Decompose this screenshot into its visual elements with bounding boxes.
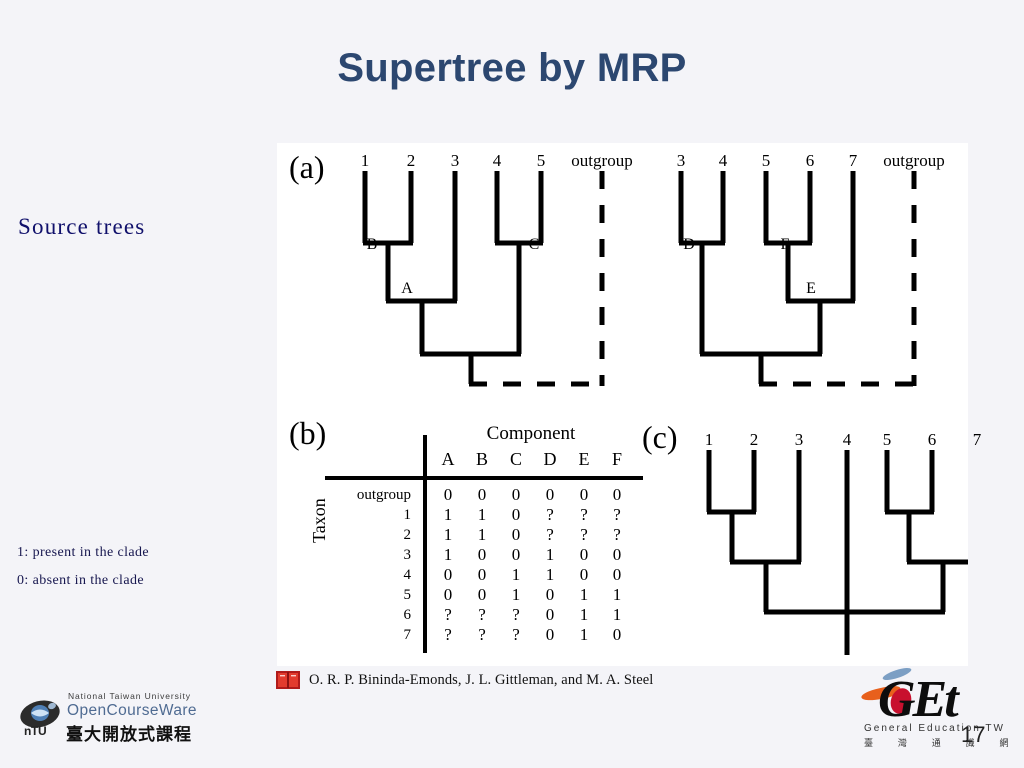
tree-c-tip-2: 2 [749,430,759,449]
tree-c-diagram [706,450,968,655]
tree-a-left-tip-1: 1 [360,151,370,170]
tree-c-tip-7: 7 [972,430,982,449]
book-icon [276,670,300,690]
tree-a-right-tip-4: 4 [718,151,728,170]
ocw-program-name: OpenCourseWare [67,702,197,719]
tree-c-tip-5: 5 [882,430,892,449]
page-title: Supertree by MRP [337,46,687,90]
ocw-ntu-abbrev: nTU [24,724,47,738]
page-number: 17 [961,722,986,747]
tree-a-left-tip-4: 4 [492,151,502,170]
tree-a-right-tip-7: 7 [848,151,858,170]
ocw-university-name: National Taiwan University [68,691,191,701]
get-tagline-cn: 臺 灣 通 識 網 [864,739,1020,749]
tree-a-right-tip-5: 5 [761,151,771,170]
tree-a-right-tip-6: 6 [805,151,815,170]
tree-a-left-tip-5: 5 [536,151,546,170]
get-logo: GEt General Education TW 臺 灣 通 識 網 [858,665,1024,758]
ntu-ocw-logo: nTU National Taiwan University OpenCours… [18,690,218,745]
ocw-program-name-cn: 臺大開放式課程 [66,725,192,745]
tree-a-right-tip-outgroup: outgroup [883,151,945,170]
tree-a-right-diagram [678,171,917,387]
tree-c-tip-6: 6 [927,430,937,449]
figure-panel: (a) 1 2 3 4 5 outgroup B A C 3 4 5 6 7 o… [277,143,981,666]
tree-c-tip-4: 4 [842,430,852,449]
citation: O. R. P. Bininda-Emonds, J. L. Gittleman… [276,670,653,690]
tree-c-tip-3: 3 [794,430,804,449]
legend-absent-in-clade: 0: absent in the clade [17,573,144,588]
tree-a-left-tip-outgroup: outgroup [571,151,633,170]
tree-a-right-tip-3: 3 [676,151,686,170]
tree-c-tip-1: 1 [704,430,714,449]
source-trees-label: Source trees [18,214,146,239]
get-wordmark: GEt [878,671,959,728]
tree-a-left-tip-3: 3 [450,151,460,170]
citation-text: O. R. P. Bininda-Emonds, J. L. Gittleman… [309,671,654,688]
legend-present-in-clade: 1: present in the clade [17,545,150,560]
tree-a-left-tip-2: 2 [406,151,416,170]
matrix-column-group-title: Component [486,423,576,444]
